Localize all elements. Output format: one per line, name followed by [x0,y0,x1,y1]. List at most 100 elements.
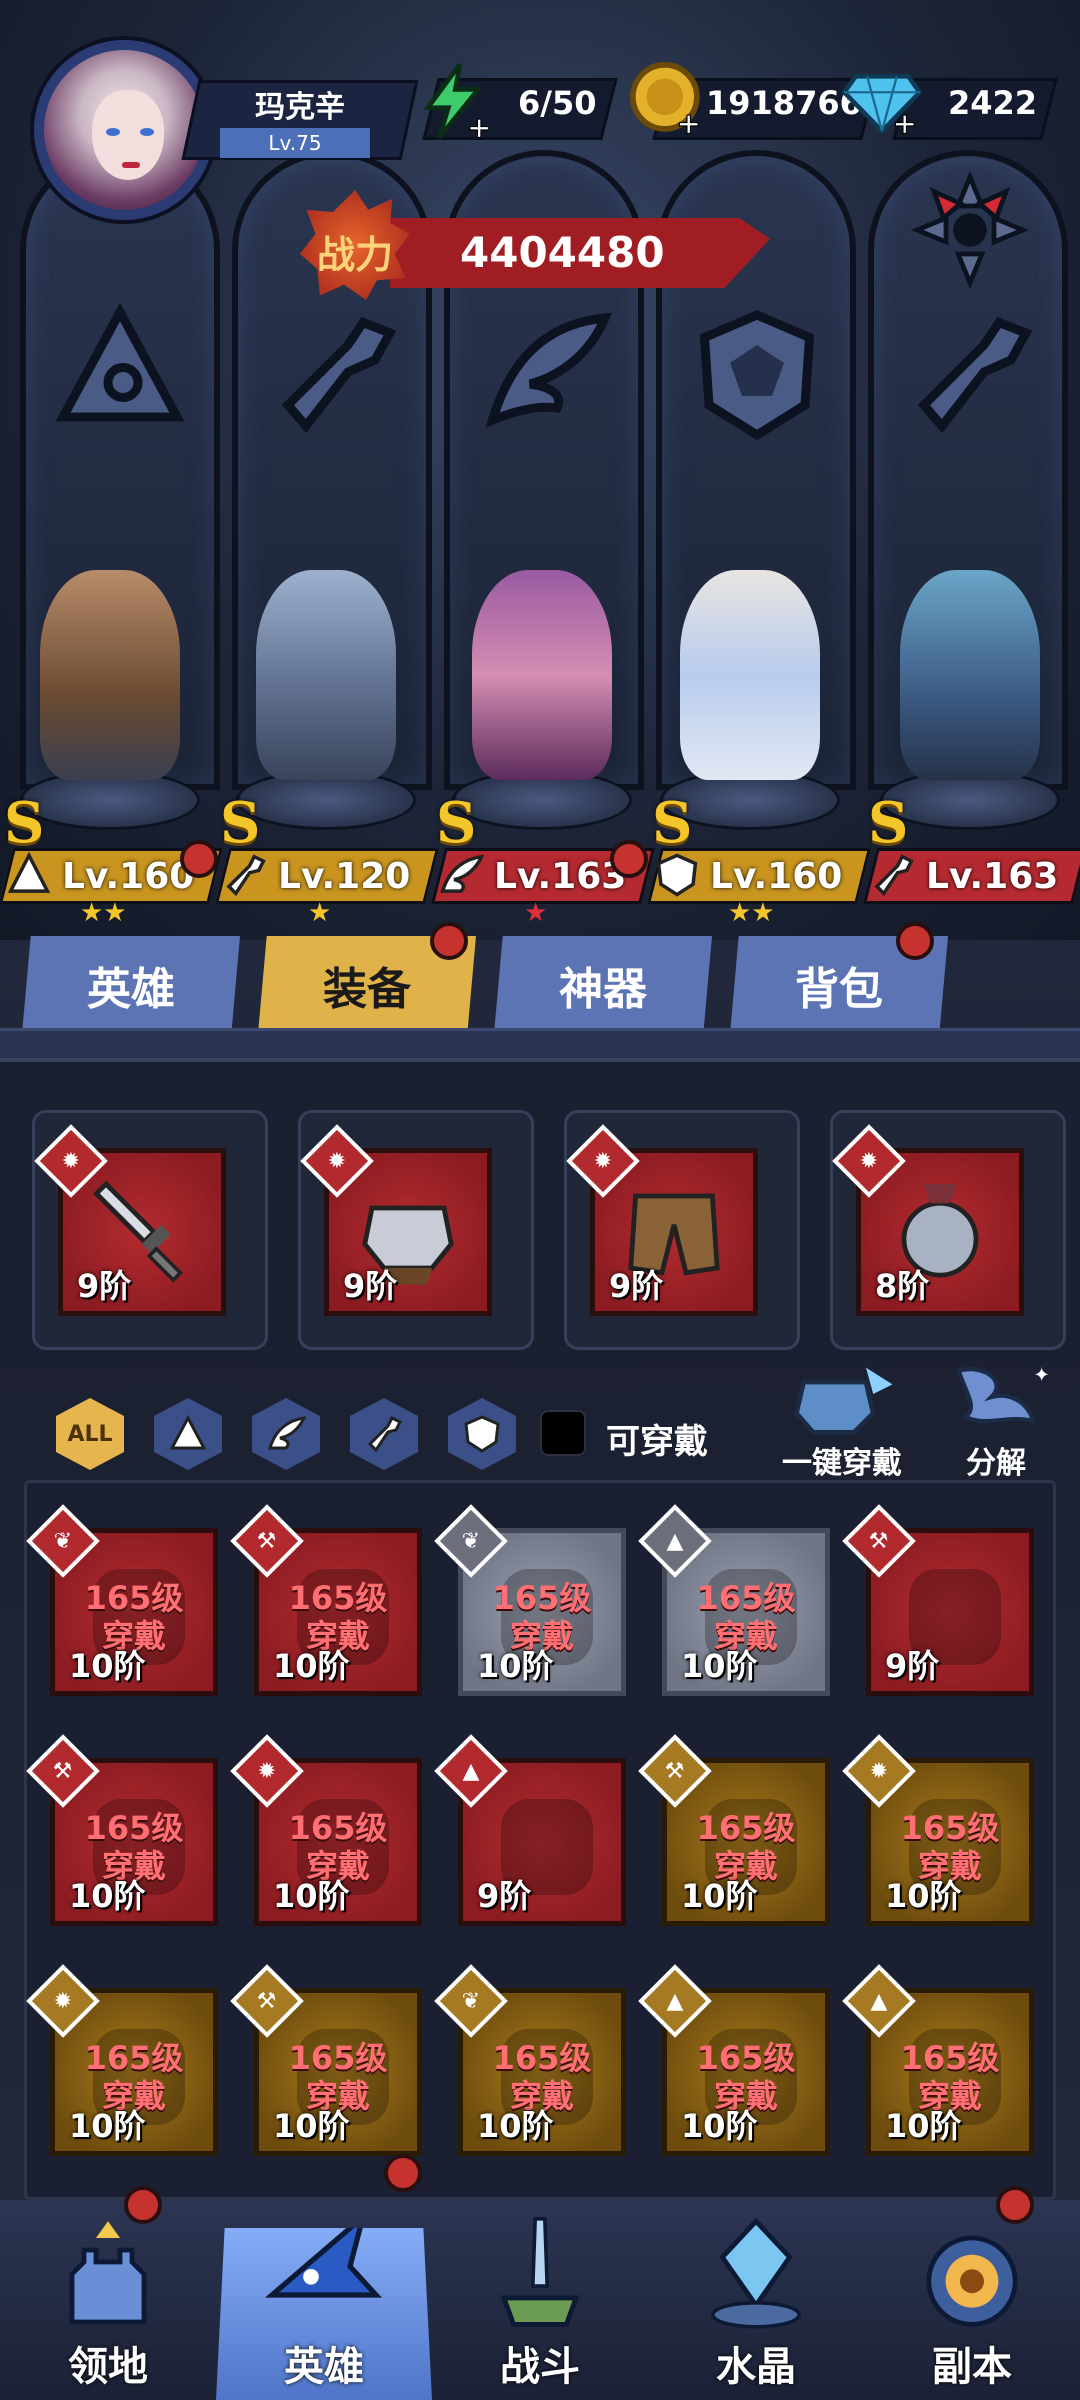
hero-alert-dot [180,840,218,878]
hero-level: Lv.160 [710,856,843,897]
inventory-item[interactable]: ⚒ 9阶 [842,1504,1034,1696]
item-grade: 10阶 [69,1877,146,1915]
equipped-item-amulet[interactable]: ✹ 8阶 [832,1124,1024,1316]
nav-heroes[interactable]: 英雄 [216,2228,432,2400]
item-requirement: 165级 [492,2039,592,2077]
inventory-item[interactable]: ⚒ 165级 穿戴 10阶 [638,1734,830,1926]
wrench-icon [220,850,270,900]
item-grade: 10阶 [477,1647,554,1685]
dismantle-button[interactable]: ✦ 分解 [926,1358,1066,1481]
inventory-item[interactable]: ▲ 165级 穿戴 10阶 [842,1964,1034,2156]
crest-icon [464,1415,500,1453]
wearable-checkbox[interactable] [540,1410,586,1456]
avatar-eye [140,128,154,136]
hero-level: Lv.163 [494,856,627,897]
item-grade: 9阶 [885,1647,940,1685]
dismantle-label: 分解 [966,1446,1026,1481]
item-grade: 8阶 [875,1267,930,1305]
hero-warrior-figure [40,570,180,780]
item-grade: 10阶 [273,2107,350,2145]
item-grade: 10阶 [885,1877,962,1915]
power-label: 战力 [316,233,393,277]
wrench-icon [258,300,408,450]
auto-equip-icon [793,1367,893,1435]
auto-equip-label: 一键穿戴 [782,1446,902,1481]
item-grade: 9阶 [77,1267,132,1305]
tab-label: 装备 [323,964,411,1015]
item-requirement: 165级 [900,2039,1000,2077]
hero-grade-badge: S [652,790,693,856]
top-bar: 玛克辛 Lv.75 + 6/50 + 1918766 + 2422 [0,0,1080,220]
tab-label: 神器 [559,964,647,1015]
nav-label: 战斗 [500,2344,580,2390]
item-grade: 10阶 [477,2107,554,2145]
portal-icon [926,2235,1018,2327]
item-grade: 10阶 [273,1647,350,1685]
hero-level: Lv.163 [926,856,1059,897]
inventory-item[interactable]: ▲ 9阶 [434,1734,626,1926]
nav-crystal[interactable]: 水晶 [648,2200,864,2400]
tab-label: 英雄 [87,964,175,1015]
crystal-icon [711,2217,801,2329]
tab-artifacts[interactable]: 神器 [494,936,712,1034]
hero-grade-badge: S [868,790,909,856]
hero-grade-badge: S [436,790,477,856]
diamond-plus-icon[interactable]: + [842,60,922,136]
inventory-item[interactable]: ⚒ 165级 穿戴 10阶 [26,1734,218,1926]
tab-underline [0,1028,1080,1058]
hero-equipment-screen: 玛克辛 Lv.75 + 6/50 + 1918766 + 2422 战力 440… [0,0,1080,2400]
energy-plus-icon[interactable]: + [418,62,488,142]
equipped-item-pants[interactable]: ✹ 9阶 [566,1124,758,1316]
item-grade: 9阶 [609,1267,664,1305]
item-grade: 10阶 [69,2107,146,2145]
hero-stars: ★★ [80,898,127,928]
inventory-item[interactable]: ▲ 165级 穿戴 10阶 [638,1504,830,1696]
inventory-item[interactable]: ❦ 165级 穿戴 10阶 [26,1504,218,1696]
item-grade: 10阶 [681,2107,758,2145]
auto-equip-button[interactable]: 一键穿戴 [772,1358,912,1481]
wearable-checkbox-label: 可穿戴 [606,1422,708,1462]
wing-icon [470,300,620,450]
tab-alert-dot [896,922,934,960]
gold-coin-plus-icon[interactable]: + [626,58,706,138]
item-grade: 10阶 [69,1647,146,1685]
hero-alert-dot [610,840,648,878]
inventory-item[interactable]: ▲ 165级 穿戴 10阶 [638,1964,830,2156]
nav-territory[interactable]: 领地 [0,2200,216,2400]
hero-demon-figure [472,570,612,780]
gem-value: 2422 [948,84,1038,122]
svg-text:+: + [467,110,488,142]
gold-value: 1918766 [706,84,862,122]
inventory-item[interactable]: ✹ 165级 穿戴 10阶 [230,1734,422,1926]
hero-construct-figure [900,570,1040,780]
crest-icon [652,850,702,900]
svg-text:+: + [892,106,917,136]
item-requirement: 165级 [84,1809,184,1847]
item-grade: 10阶 [273,1877,350,1915]
inventory-item[interactable]: ❦ 165级 穿戴 10阶 [434,1504,626,1696]
item-requirement: 165级 [288,1809,388,1847]
inventory-item[interactable]: ✹ 165级 穿戴 10阶 [842,1734,1034,1926]
hero-stars: ★ [524,898,548,928]
inventory-item[interactable]: ⚒ 165级 穿戴 10阶 [230,1504,422,1696]
inventory-item[interactable]: ❦ 165级 穿戴 10阶 [434,1964,626,2156]
equipped-item-armor[interactable]: ✹ 9阶 [300,1124,492,1316]
nav-dungeon[interactable]: 副本 [864,2200,1080,2400]
nav-battle[interactable]: 战斗 [432,2200,648,2400]
item-requirement: 165级 [492,1579,592,1617]
player-level: Lv.75 [220,128,370,158]
filter-all-label: ALL [67,1421,113,1447]
castle-icon [69,2221,147,2325]
inventory-item[interactable]: ⚒ 165级 穿戴 10阶 [230,1964,422,2156]
settings-gear-icon[interactable] [910,170,1030,290]
power-value: 4404480 [460,228,665,277]
svg-text:+: + [676,106,701,138]
inventory-item[interactable]: ✹ 165级 穿戴 10阶 [26,1964,218,2156]
tab-heroes[interactable]: 英雄 [22,936,240,1034]
wrench-icon [894,300,1044,450]
equipped-item-sword[interactable]: ✹ 9阶 [34,1124,226,1316]
hat-icon [169,1414,207,1450]
avatar-eye [106,128,120,136]
tab-alert-dot [430,922,468,960]
wing-icon [436,850,486,900]
